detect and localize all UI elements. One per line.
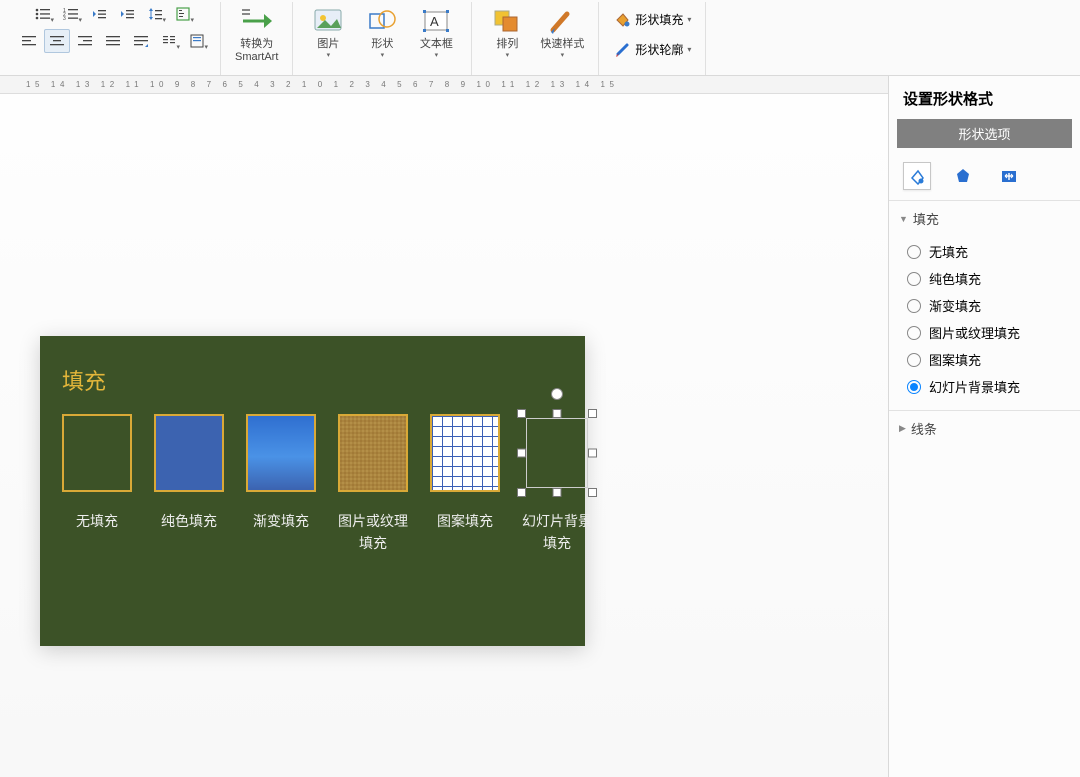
line-spacing-button[interactable]: ▾ [142, 2, 168, 26]
arrange-label: 排列 [496, 38, 518, 51]
fill-section: ▼填充 无填充 纯色填充 渐变填充 图片或纹理填充 图案填充 幻灯片背景填充 [889, 200, 1080, 410]
slide-workspace[interactable]: 填充 无填充 纯色填充 渐变填充 图片或纹理填充 图案填充 幻灯片 [0, 94, 888, 777]
fill-section-header[interactable]: ▼填充 [889, 201, 1080, 236]
resize-handle[interactable] [517, 409, 526, 418]
format-shape-panel: 设置形状格式 形状选项 ▼填充 无填充 纯色填充 渐变填充 图片或纹理填充 图案… [888, 76, 1080, 777]
shape-outline-button[interactable]: 形状轮廓 ▾ [609, 38, 695, 60]
resize-handle[interactable] [517, 449, 526, 458]
bullets-button[interactable]: ▾ [30, 2, 56, 26]
insert-group: 图片 ▾ 形状 ▾ A 文本框 ▾ [293, 2, 472, 75]
resize-handle[interactable] [588, 409, 597, 418]
shape-fill-label: 形状填充 [635, 11, 683, 28]
align-text-button[interactable]: ▾ [184, 29, 210, 53]
swatch-no-fill[interactable]: 无填充 [62, 414, 132, 554]
resize-handle[interactable] [553, 409, 562, 418]
svg-text:3: 3 [63, 16, 66, 21]
resize-handle[interactable] [588, 488, 597, 497]
fill-option-slide-bg[interactable]: 幻灯片背景填充 [907, 373, 1080, 400]
arrange-group: 排列 ▾ 快速样式 ▾ [472, 2, 599, 75]
slide[interactable]: 填充 无填充 纯色填充 渐变填充 图片或纹理填充 图案填充 幻灯片 [40, 336, 585, 646]
columns-button[interactable]: ▾ [156, 29, 182, 53]
swatch-row: 无填充 纯色填充 渐变填充 图片或纹理填充 图案填充 幻灯片背景填充 [62, 414, 563, 554]
shapes-button[interactable]: 形状 ▾ [357, 2, 407, 61]
paragraph-group: ▾ 123▾ ▾ ▾ ▾ ▾ [6, 2, 221, 75]
swatch-slide-bg[interactable]: 幻灯片背景填充 [522, 414, 592, 554]
effects-tab-icon[interactable] [949, 162, 977, 190]
selected-shape[interactable] [522, 414, 592, 492]
smartart-group: 转换为 SmartArt [221, 2, 293, 75]
fill-option-no-fill[interactable]: 无填充 [907, 238, 1080, 265]
quickstyle-label: 快速样式 [540, 38, 584, 51]
rotate-handle[interactable] [551, 388, 563, 400]
shape-fill-button[interactable]: 形状填充 ▾ [609, 8, 695, 30]
increase-indent-button[interactable] [114, 2, 140, 26]
fill-option-pattern[interactable]: 图案填充 [907, 346, 1080, 373]
swatch-solid[interactable]: 纯色填充 [154, 414, 224, 554]
picture-label: 图片 [317, 38, 339, 51]
shapes-label: 形状 [371, 38, 393, 51]
swatch-texture[interactable]: 图片或纹理填充 [338, 414, 408, 554]
numbering-button[interactable]: 123▾ [58, 2, 84, 26]
textbox-label: 文本框 [420, 38, 453, 51]
shape-options-tab[interactable]: 形状选项 [897, 119, 1072, 148]
swatch-pattern[interactable]: 图案填充 [430, 414, 500, 554]
fill-line-tab-icon[interactable] [903, 162, 931, 190]
quick-styles-button[interactable]: 快速样式 ▾ [536, 2, 588, 61]
swatch-gradient[interactable]: 渐变填充 [246, 414, 316, 554]
align-center-button[interactable] [44, 29, 70, 53]
distributed-button[interactable] [128, 29, 154, 53]
align-justify-button[interactable] [100, 29, 126, 53]
panel-title: 设置形状格式 [889, 76, 1080, 119]
resize-handle[interactable] [553, 488, 562, 497]
svg-text:A: A [430, 14, 439, 29]
fill-option-picture[interactable]: 图片或纹理填充 [907, 319, 1080, 346]
resize-handle[interactable] [588, 449, 597, 458]
fill-option-gradient[interactable]: 渐变填充 [907, 292, 1080, 319]
align-right-button[interactable] [72, 29, 98, 53]
size-tab-icon[interactable] [995, 162, 1023, 190]
resize-handle[interactable] [517, 488, 526, 497]
line-section-header[interactable]: ▶线条 [889, 411, 1080, 446]
smartart-label: 转换为 SmartArt [235, 38, 278, 64]
shape-style-group: 形状填充 ▾ 形状轮廓 ▾ [599, 2, 706, 75]
align-left-button[interactable] [16, 29, 42, 53]
line-section: ▶线条 [889, 410, 1080, 446]
ribbon: ▾ 123▾ ▾ ▾ ▾ ▾ 转换为 SmartArt 图片 ▾ [0, 0, 1080, 76]
slide-title: 填充 [62, 364, 563, 396]
fill-options: 无填充 纯色填充 渐变填充 图片或纹理填充 图案填充 幻灯片背景填充 [889, 236, 1080, 410]
convert-smartart-button[interactable]: 转换为 SmartArt [231, 2, 282, 66]
decrease-indent-button[interactable] [86, 2, 112, 26]
textbox-button[interactable]: A 文本框 ▾ [411, 2, 461, 61]
picture-button[interactable]: 图片 ▾ [303, 2, 353, 61]
arrange-button[interactable]: 排列 ▾ [482, 2, 532, 61]
panel-tab-icons [889, 158, 1080, 200]
text-direction-button[interactable]: ▾ [170, 2, 196, 26]
fill-option-solid[interactable]: 纯色填充 [907, 265, 1080, 292]
shape-outline-label: 形状轮廓 [635, 41, 683, 58]
